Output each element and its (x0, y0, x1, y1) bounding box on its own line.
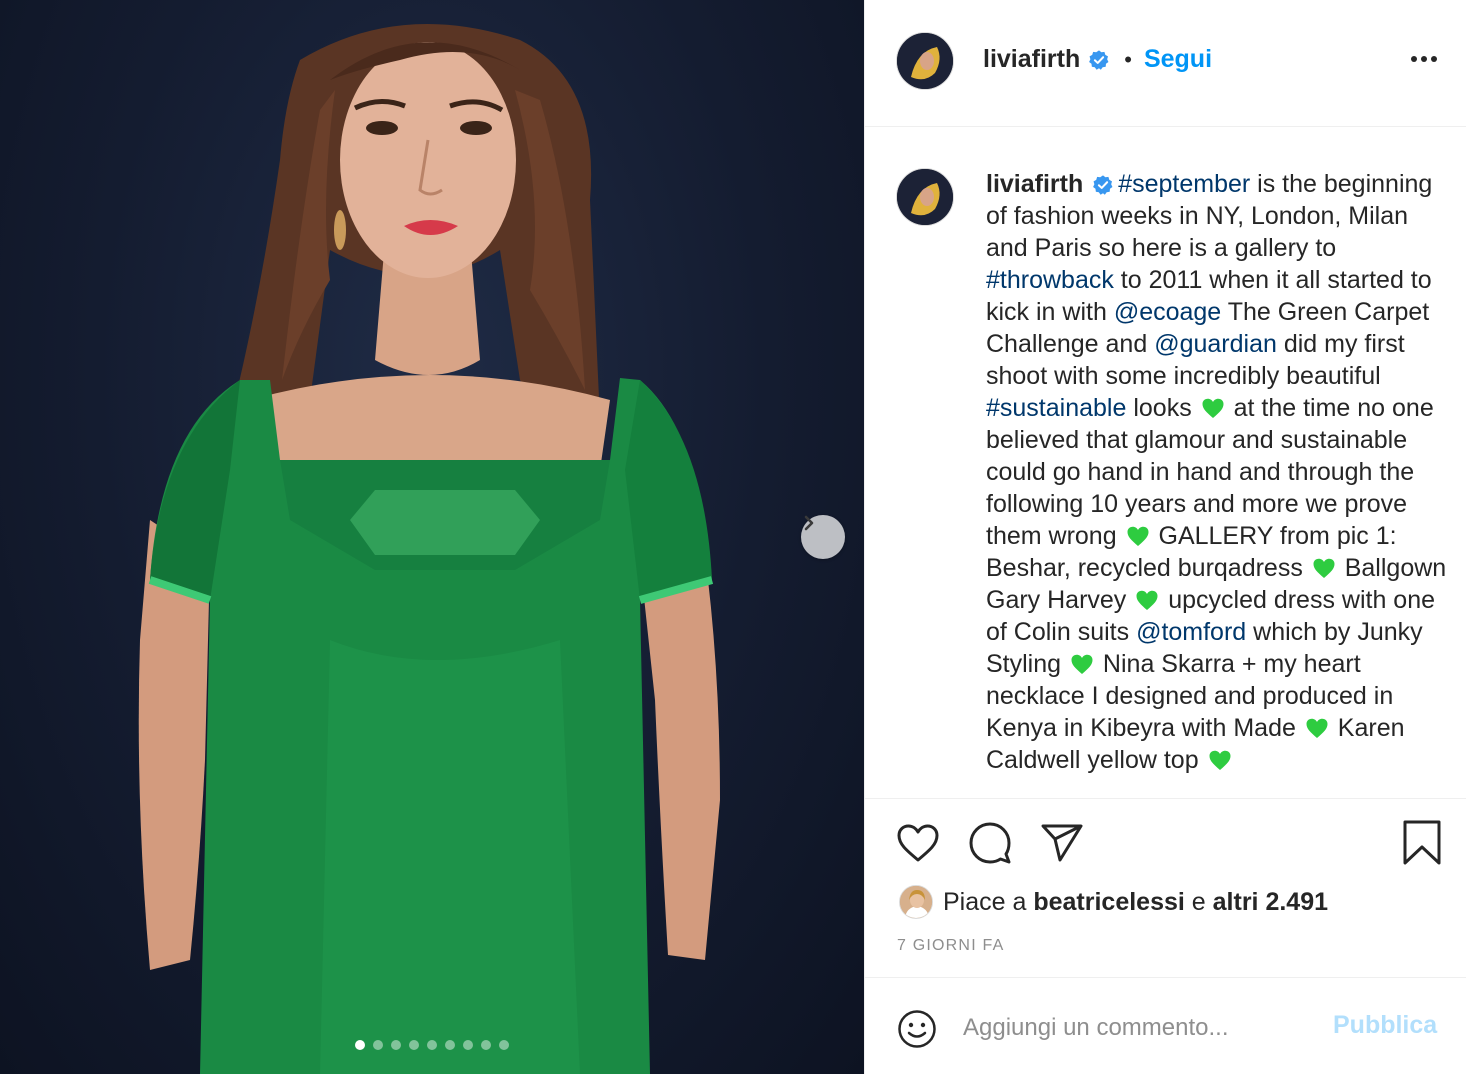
smiley-icon (898, 1010, 936, 1048)
green-heart-icon (1127, 526, 1149, 546)
post-header: liviafirth • Segui (865, 0, 1466, 127)
carousel-dot (391, 1040, 401, 1050)
mention-link[interactable]: @ecoage (1114, 298, 1221, 326)
liker-avatar[interactable] (899, 885, 933, 919)
comment-button[interactable] (968, 821, 1012, 870)
follow-button[interactable]: Segui (1144, 45, 1212, 74)
publish-button[interactable]: Pubblica (1333, 1011, 1437, 1040)
save-button[interactable] (1402, 819, 1442, 872)
caption-section: liviafirth #september is the beginning o… (865, 128, 1466, 790)
carousel-dot (481, 1040, 491, 1050)
green-heart-icon (1209, 750, 1231, 770)
carousel-next-button[interactable] (801, 515, 845, 559)
likes-conjunction: e (1191, 887, 1206, 916)
comment-input[interactable] (963, 1003, 1323, 1053)
header-separator: • (1124, 46, 1132, 72)
hashtag-link[interactable]: #sustainable (986, 394, 1126, 422)
comment-composer: Pubblica (865, 979, 1466, 1074)
verified-badge-icon (1089, 49, 1109, 70)
carousel-dot (427, 1040, 437, 1050)
caption-username[interactable]: liviafirth (986, 170, 1083, 198)
liker-username[interactable]: beatricelessi (1033, 888, 1185, 916)
green-heart-icon (1136, 590, 1158, 610)
carousel-dot (409, 1040, 419, 1050)
caption-text-segment: looks (1126, 394, 1199, 422)
green-heart-icon (1306, 718, 1328, 738)
green-heart-icon (1313, 558, 1335, 578)
carousel-indicator (355, 1040, 509, 1050)
mention-link[interactable]: @guardian (1154, 330, 1277, 358)
carousel-dot (445, 1040, 455, 1050)
green-heart-icon (1202, 398, 1224, 418)
comment-icon (969, 822, 1011, 864)
caption-author-avatar[interactable] (896, 168, 954, 226)
paper-plane-icon (1041, 824, 1083, 862)
likes-count[interactable]: altri 2.491 (1213, 888, 1328, 916)
chevron-right-icon (804, 515, 814, 531)
author-username[interactable]: liviafirth (983, 45, 1080, 74)
post-media[interactable] (0, 0, 864, 1074)
post-actions: Piace a beatricelessi e altri 2.491 7 GI… (865, 798, 1466, 978)
post-timestamp[interactable]: 7 GIORNI FA (897, 937, 1004, 955)
green-heart-icon (1071, 654, 1093, 674)
likes-prefix: Piace a (943, 887, 1027, 916)
hashtag-link[interactable]: #throwback (986, 266, 1114, 294)
more-options-button[interactable] (1410, 50, 1438, 68)
carousel-dot (373, 1040, 383, 1050)
heart-icon (897, 824, 939, 862)
verified-badge-icon (1093, 175, 1113, 196)
mention-link[interactable]: @tomford (1136, 618, 1246, 646)
post-side-panel: liviafirth • Segui liviafirth #september… (864, 0, 1466, 1074)
carousel-dot (463, 1040, 473, 1050)
share-button[interactable] (1040, 823, 1084, 868)
caption-text: liviafirth #september is the beginning o… (986, 168, 1456, 776)
bookmark-icon (1403, 820, 1441, 865)
hashtag-link[interactable]: #september (1118, 170, 1250, 198)
likes-summary: Piace a beatricelessi e altri 2.491 (899, 885, 1328, 919)
like-button[interactable] (896, 823, 940, 868)
author-avatar[interactable] (896, 32, 954, 90)
caption-body: #september is the beginning of fashion w… (986, 170, 1446, 774)
emoji-picker-button[interactable] (897, 1009, 937, 1054)
carousel-dot (355, 1040, 365, 1050)
carousel-dot (499, 1040, 509, 1050)
post-photo (138, 24, 720, 1074)
more-horizontal-icon (1411, 56, 1437, 62)
